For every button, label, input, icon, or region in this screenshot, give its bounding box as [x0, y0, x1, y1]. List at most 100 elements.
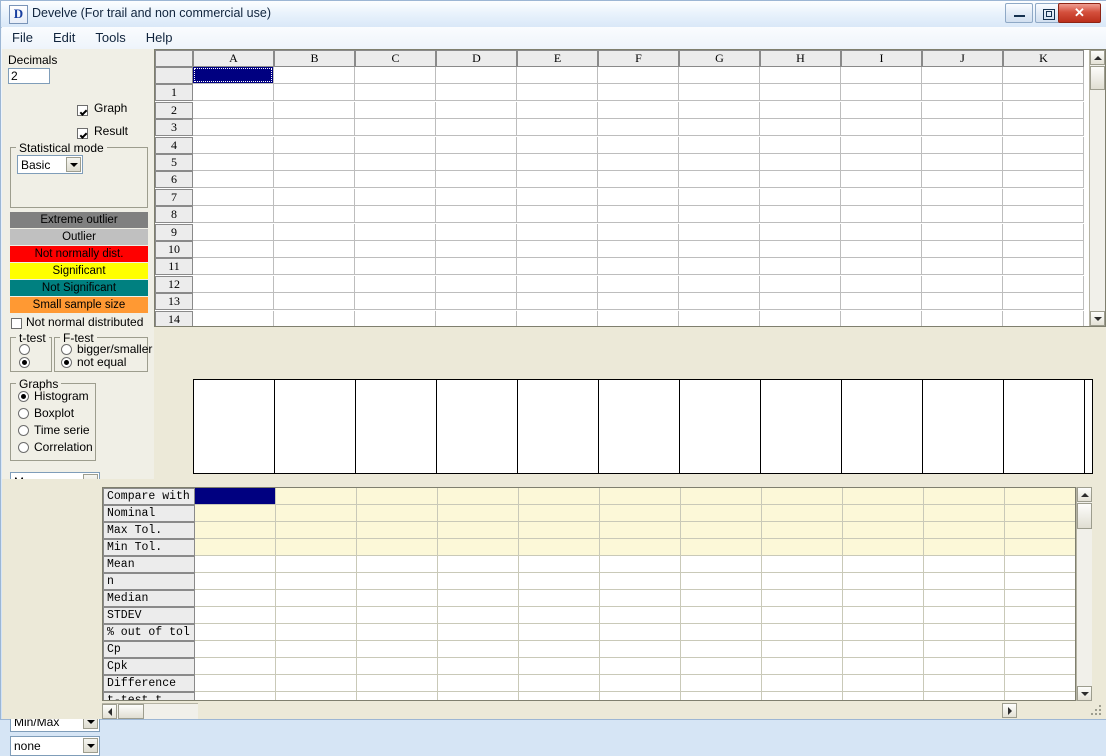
column-header-H[interactable]: H	[760, 50, 841, 67]
spreadsheet-cell[interactable]	[760, 293, 841, 311]
result-cell[interactable]	[681, 675, 762, 692]
graph-cell[interactable]	[599, 380, 680, 473]
spreadsheet-cell[interactable]	[598, 171, 679, 189]
spreadsheet-cell[interactable]	[436, 310, 517, 326]
spreadsheet-cell[interactable]	[841, 206, 922, 224]
result-cell[interactable]	[843, 641, 924, 658]
row-header-blank[interactable]	[155, 67, 193, 84]
result-cell[interactable]	[519, 556, 600, 573]
result-cell[interactable]	[1005, 488, 1075, 505]
spreadsheet-cell[interactable]	[436, 154, 517, 171]
spreadsheet-cell[interactable]	[760, 154, 841, 171]
close-button[interactable]: ✕	[1058, 3, 1101, 23]
spreadsheet-cell[interactable]	[598, 67, 679, 84]
result-cell[interactable]	[924, 658, 1005, 675]
spreadsheet-cell[interactable]	[679, 293, 760, 311]
result-cell[interactable]	[1005, 539, 1075, 556]
menu-item-help[interactable]: Help	[136, 27, 183, 49]
result-cell[interactable]	[681, 488, 762, 505]
spreadsheet-cell[interactable]	[760, 171, 841, 189]
result-cell[interactable]	[843, 675, 924, 692]
spreadsheet-cell[interactable]	[1003, 310, 1084, 326]
spreadsheet-cell[interactable]	[517, 188, 598, 206]
spreadsheet-cell[interactable]	[355, 171, 436, 189]
result-cell[interactable]	[519, 675, 600, 692]
spreadsheet-cell[interactable]	[1003, 258, 1084, 276]
spreadsheet-cell[interactable]	[193, 119, 274, 137]
spreadsheet-cell[interactable]	[760, 223, 841, 241]
result-cell[interactable]	[600, 624, 681, 641]
results-table[interactable]: Compare with Nominal Max Tol. Min Tol. Mean n…	[102, 487, 1076, 701]
spreadsheet-cell[interactable]	[760, 310, 841, 326]
result-cell[interactable]	[195, 675, 276, 692]
result-cell[interactable]	[762, 658, 843, 675]
sheet-vertical-scrollbar[interactable]	[1089, 50, 1105, 326]
result-cell[interactable]	[681, 607, 762, 624]
result-cell[interactable]	[276, 522, 357, 539]
column-header-G[interactable]: G	[679, 50, 760, 67]
spreadsheet-cell[interactable]	[760, 84, 841, 102]
spreadsheet-cell[interactable]	[760, 241, 841, 258]
select-all-corner[interactable]	[155, 50, 193, 67]
spreadsheet-cell[interactable]	[436, 171, 517, 189]
result-cell[interactable]	[600, 641, 681, 658]
spreadsheet-cell[interactable]	[598, 223, 679, 241]
spreadsheet-cell[interactable]	[679, 84, 760, 102]
result-cell[interactable]	[600, 539, 681, 556]
result-cell[interactable]	[276, 488, 357, 505]
result-cell[interactable]	[195, 573, 276, 590]
result-cell[interactable]	[276, 505, 357, 522]
spreadsheet-cell[interactable]	[598, 206, 679, 224]
spreadsheet-cell[interactable]	[679, 154, 760, 171]
results-hscroll-thumb[interactable]	[118, 704, 144, 719]
spreadsheet-cell[interactable]	[922, 293, 1003, 311]
spreadsheet-cell[interactable]	[355, 206, 436, 224]
result-row-header-median[interactable]: Median	[103, 590, 195, 607]
result-cell[interactable]	[681, 505, 762, 522]
ttest-radio-option-2[interactable]	[19, 357, 30, 368]
spreadsheet-cell[interactable]	[760, 101, 841, 119]
result-cell[interactable]	[195, 539, 276, 556]
result-cell[interactable]	[276, 556, 357, 573]
result-cell[interactable]	[681, 556, 762, 573]
result-cell[interactable]	[195, 522, 276, 539]
results-scroll-thumb[interactable]	[1077, 503, 1092, 529]
result-cell[interactable]	[843, 488, 924, 505]
result-cell[interactable]	[843, 539, 924, 556]
spreadsheet-cell[interactable]	[679, 310, 760, 326]
spreadsheet-cell[interactable]	[841, 188, 922, 206]
menu-item-tools[interactable]: Tools	[85, 27, 135, 49]
column-header-A[interactable]: A	[193, 50, 274, 67]
spreadsheet-cell[interactable]	[517, 67, 598, 84]
spreadsheet-cell[interactable]	[760, 136, 841, 154]
graph-cell[interactable]	[356, 380, 437, 473]
result-cell[interactable]	[1005, 505, 1075, 522]
spreadsheet-cell[interactable]	[760, 119, 841, 137]
result-row-header-out-of-tol[interactable]: % out of tol	[103, 624, 195, 641]
result-cell[interactable]	[762, 624, 843, 641]
result-cell[interactable]	[924, 556, 1005, 573]
spreadsheet-cell[interactable]	[841, 223, 922, 241]
spreadsheet-cell[interactable]	[517, 241, 598, 258]
result-cell[interactable]	[519, 539, 600, 556]
spreadsheet-cell[interactable]	[274, 171, 355, 189]
spreadsheet-cell[interactable]	[922, 84, 1003, 102]
spreadsheet-cell[interactable]	[1003, 136, 1084, 154]
result-cell[interactable]	[762, 607, 843, 624]
spreadsheet-cell[interactable]	[1003, 206, 1084, 224]
spreadsheet-cell[interactable]	[274, 258, 355, 276]
spreadsheet-cell[interactable]	[517, 258, 598, 276]
spreadsheet-cell[interactable]	[841, 275, 922, 293]
graph-cell[interactable]	[923, 380, 1004, 473]
spreadsheet-cell[interactable]	[274, 223, 355, 241]
result-cell[interactable]	[276, 675, 357, 692]
result-cell[interactable]	[438, 539, 519, 556]
spreadsheet-cell[interactable]	[679, 101, 760, 119]
graphs-radio-boxplot[interactable]	[18, 408, 29, 419]
graph-cell[interactable]	[194, 380, 275, 473]
result-cell[interactable]	[600, 505, 681, 522]
result-cell[interactable]	[357, 488, 438, 505]
result-cell[interactable]	[1005, 607, 1075, 624]
spreadsheet-cell[interactable]	[355, 67, 436, 84]
spreadsheet-cell[interactable]	[193, 275, 274, 293]
